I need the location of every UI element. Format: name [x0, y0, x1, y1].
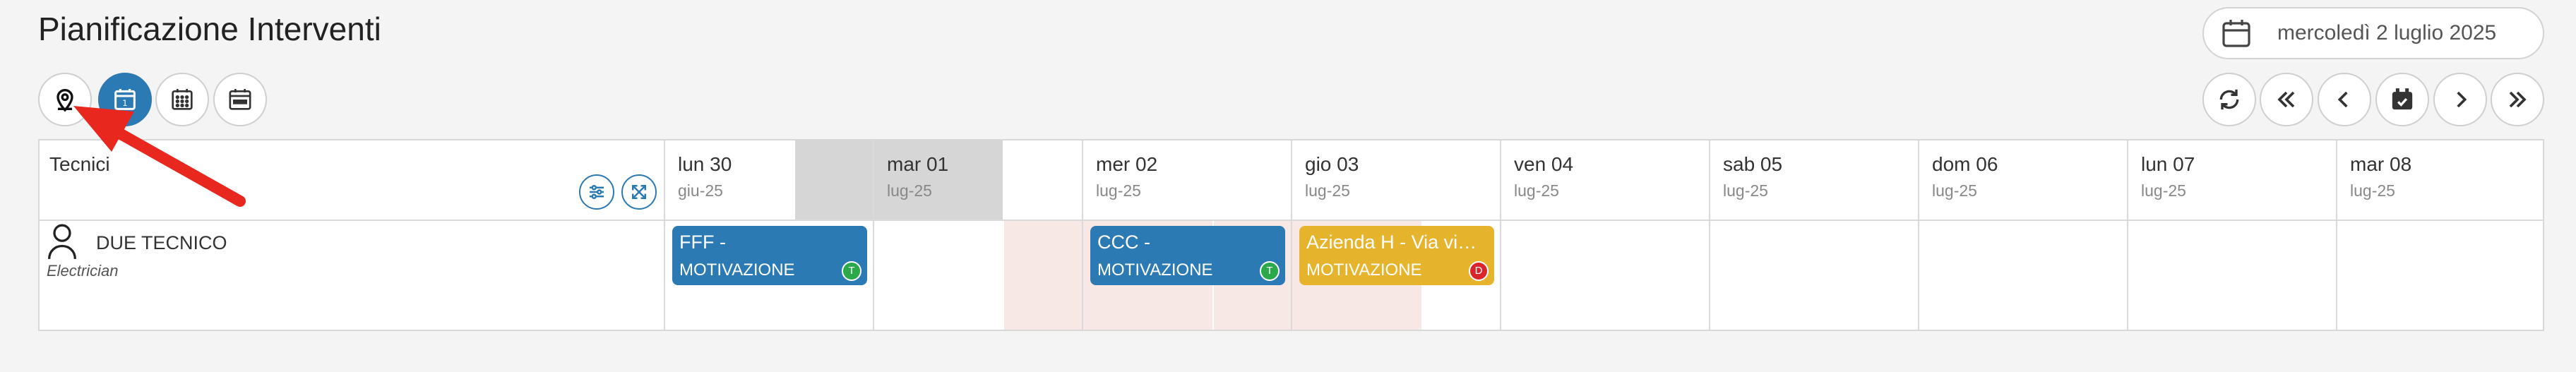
day-view-button[interactable]: 1: [98, 73, 152, 126]
schedule-grid: Tecnici lun 30 giu-25 mar 01 lug-25 mer …: [38, 139, 2544, 331]
day-month: lug-25: [1096, 181, 1141, 200]
day-month: lug-25: [2141, 181, 2186, 200]
column-divider: [1500, 140, 1501, 330]
day-name: dom 06: [1932, 153, 1998, 175]
event-card[interactable]: Azienda H - Via viani... MOTIVAZIONE D: [1299, 226, 1494, 285]
double-left-icon: [2277, 91, 2295, 108]
day-name: mar 08: [2350, 153, 2412, 175]
day-name: mer 02: [1096, 153, 1158, 175]
day-month: giu-25: [678, 181, 723, 200]
day-name: ven 04: [1514, 153, 1574, 175]
double-right-icon: [2509, 91, 2527, 108]
day-month: lug-25: [1305, 181, 1350, 200]
day-header: lun 30 giu-25: [665, 140, 873, 220]
calendar-week-icon: [229, 89, 251, 110]
day-name: lun 30: [678, 153, 732, 175]
column-divider: [2127, 140, 2128, 330]
technicians-header: Tecnici: [49, 153, 110, 175]
filter-button[interactable]: [579, 174, 614, 210]
column-divider: [873, 140, 874, 330]
selected-date: mercoledì 2 luglio 2025: [2277, 21, 2497, 44]
calendar-icon: [2222, 20, 2250, 47]
event-card[interactable]: FFF - MOTIVAZIONE T: [672, 226, 867, 285]
day-month: lug-25: [1932, 181, 1977, 200]
event-card[interactable]: CCC - MOTIVAZIONE T: [1090, 226, 1285, 285]
page-title: Pianificazione Interventi: [38, 11, 381, 47]
sliders-icon: [590, 185, 604, 199]
week-view-button[interactable]: [213, 73, 267, 126]
event-title: CCC -: [1097, 232, 1150, 253]
day-header: mar 08 lug-25: [2337, 140, 2545, 220]
day-header: sab 05 lug-25: [1710, 140, 1918, 220]
status-badge: T: [1260, 261, 1280, 281]
previous-week-button[interactable]: [2260, 73, 2313, 126]
day-month: lug-25: [1723, 181, 1768, 200]
day-month: lug-25: [1514, 181, 1559, 200]
next-week-button[interactable]: [2491, 73, 2544, 126]
event-title: Azienda H - Via viani...: [1306, 232, 1487, 253]
refresh-icon: [2219, 89, 2239, 110]
calendar-day-icon: 1: [114, 89, 136, 110]
svg-text:1: 1: [122, 98, 127, 108]
map-pin-icon: [56, 89, 73, 112]
event-subtitle: MOTIVAZIONE: [1306, 260, 1422, 280]
technician-role: Electrician: [47, 262, 119, 280]
day-name: lun 07: [2141, 153, 2195, 175]
refresh-button[interactable]: [2202, 73, 2256, 126]
day-month: lug-25: [887, 181, 932, 200]
column-divider: [2336, 140, 2337, 330]
day-header: ven 04 lug-25: [1501, 140, 1709, 220]
today-button[interactable]: [2375, 73, 2429, 126]
event-subtitle: MOTIVAZIONE: [679, 260, 795, 280]
day-header: gio 03 lug-25: [1292, 140, 1500, 220]
event-title: FFF -: [679, 232, 726, 253]
left-icon: [2337, 91, 2348, 108]
column-divider: [1918, 140, 1919, 330]
technician-name: DUE TECNICO: [96, 232, 227, 253]
day-month: lug-25: [2350, 181, 2395, 200]
column-divider: [1709, 140, 1710, 330]
status-badge: T: [842, 261, 861, 281]
expand-button[interactable]: [621, 174, 657, 210]
date-picker[interactable]: mercoledì 2 luglio 2025: [2202, 7, 2544, 59]
expand-icon: [632, 185, 646, 199]
day-name: sab 05: [1723, 153, 1783, 175]
day-name: mar 01: [887, 153, 949, 175]
month-view-button[interactable]: [155, 73, 209, 126]
next-day-button[interactable]: [2433, 73, 2487, 126]
person-icon: [48, 224, 76, 259]
day-header: lun 07 lug-25: [2128, 140, 2336, 220]
calendar-grid-icon: [172, 89, 193, 110]
previous-day-button[interactable]: [2318, 73, 2371, 126]
column-divider: [664, 140, 665, 330]
event-subtitle: MOTIVAZIONE: [1097, 260, 1213, 280]
column-divider: [1082, 140, 1083, 330]
day-header: dom 06 lug-25: [1919, 140, 2127, 220]
column-divider: [1291, 140, 1292, 330]
day-header: mar 01 lug-25: [874, 140, 1082, 220]
calendar-today-icon: [2392, 88, 2413, 110]
right-icon: [2457, 91, 2467, 108]
day-header: mer 02 lug-25: [1083, 140, 1291, 220]
day-name: gio 03: [1305, 153, 1359, 175]
map-view-button[interactable]: [38, 73, 92, 126]
status-badge: D: [1469, 261, 1489, 281]
